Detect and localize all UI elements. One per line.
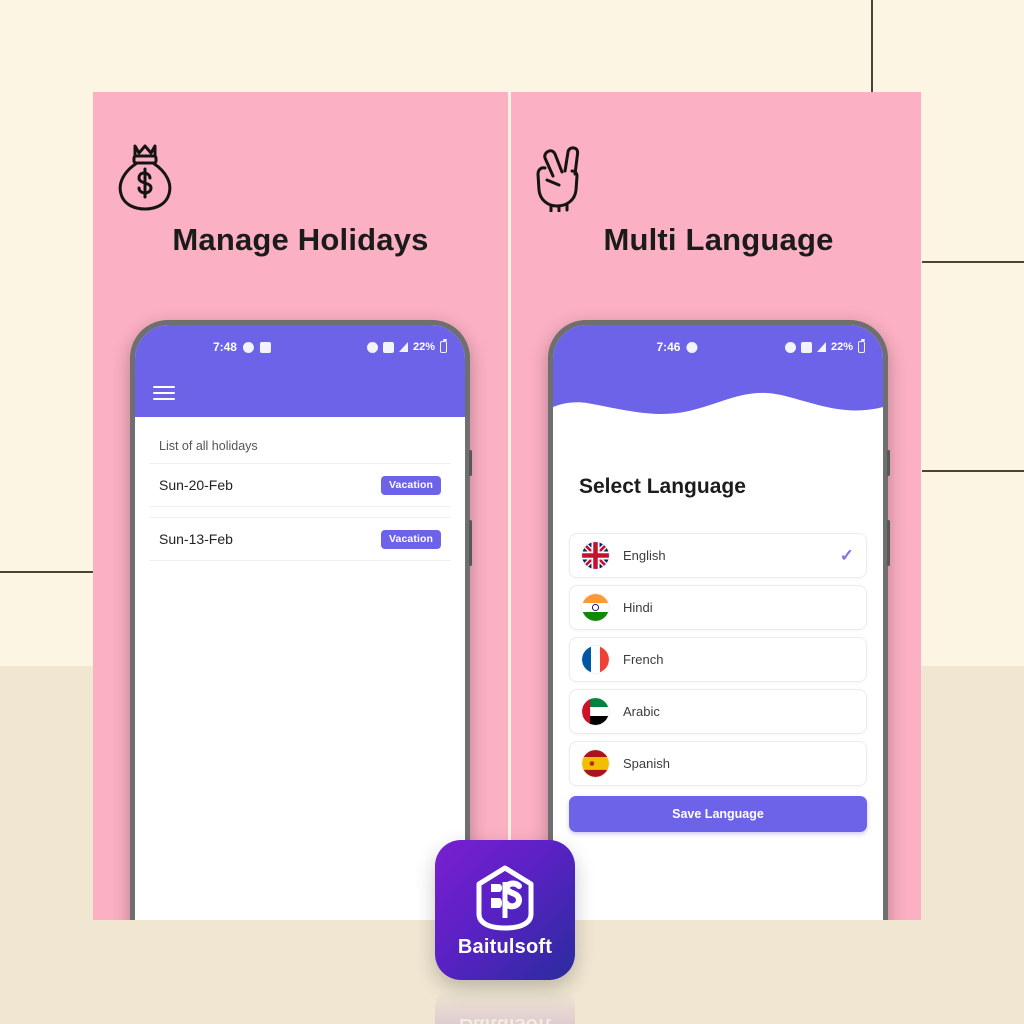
alarm-icon (784, 341, 796, 353)
language-name: Arabic (623, 704, 660, 719)
flag-india-icon (582, 594, 609, 621)
screenshot-icon (800, 341, 812, 353)
decorative-line-horizontal-mid-right (922, 470, 1024, 472)
bs-monogram-icon (469, 862, 541, 934)
table-row[interactable]: Sun-20-Feb Vacation (149, 463, 451, 507)
victory-hand-icon (531, 140, 595, 213)
status-bar-left-group: 7:46 (656, 340, 698, 354)
phone-side-button-upper[interactable] (469, 450, 472, 476)
flag-uk-icon (582, 542, 609, 569)
list-item-arabic[interactable]: Arabic (569, 689, 867, 734)
status-bar-time: 7:48 (212, 340, 237, 354)
feature-title-multi-language: Multi Language (603, 222, 834, 257)
list-item-spanish[interactable]: Spanish (569, 741, 867, 786)
panel-manage-holidays: Manage Holidays 7:48 22% List of all hol… (93, 92, 508, 920)
list-of-all-holidays-label: List of all holidays (159, 439, 258, 453)
decorative-line-horizontal-top-right (922, 261, 1024, 263)
language-list: English ✓ Hindi French Arabic Spanish (553, 533, 883, 786)
flag-france-icon (582, 646, 609, 673)
sync-icon (242, 341, 254, 353)
holiday-date: Sun-13-Feb (159, 531, 233, 547)
battery-percent-label: 22% (830, 341, 853, 353)
phone-mockup-multi-language: 7:46 22% Select Language English ✓ Hindi… (548, 320, 890, 920)
language-name: Hindi (623, 600, 653, 615)
flag-spain-icon (582, 750, 609, 777)
signal-icon (398, 342, 408, 352)
screenshot-icon (382, 341, 394, 353)
status-bar-right-phone: 7:46 22% (553, 325, 883, 369)
status-bar-time: 7:46 (656, 340, 681, 354)
status-badge: Vacation (381, 529, 441, 549)
status-badge: Vacation (381, 475, 441, 495)
phone-screen-manage-holidays: 7:48 22% List of all holidays Sun-20-Feb… (135, 325, 465, 920)
sync-icon (686, 341, 698, 353)
decorative-line-vertical-top-right (871, 0, 873, 96)
baitulsoft-logo-badge: Baitulsoft (435, 840, 575, 980)
logo-wordmark: Baitulsoft (457, 935, 553, 958)
panel-multi-language: Multi Language 7:46 22% Select Language … (511, 92, 921, 920)
battery-icon (858, 339, 865, 353)
page-title: Select Language (579, 475, 746, 498)
phone-side-button-lower[interactable] (887, 520, 890, 566)
language-name: English (623, 548, 666, 563)
money-bag-icon (113, 140, 177, 212)
logo-reflection-text: Baitulsoft (459, 1013, 551, 1024)
image-icon (259, 341, 271, 353)
flag-uae-icon (582, 698, 609, 725)
signal-icon (816, 342, 826, 352)
save-language-button[interactable]: Save Language (569, 796, 867, 832)
language-name: French (623, 652, 664, 667)
list-item-english[interactable]: English ✓ (569, 533, 867, 578)
logo-reflection: Baitulsoft (435, 982, 575, 1024)
pink-showcase-stage: Manage Holidays 7:48 22% List of all hol… (93, 92, 921, 920)
check-icon: ✓ (839, 545, 854, 565)
phone-mockup-manage-holidays: 7:48 22% List of all holidays Sun-20-Feb… (130, 320, 472, 920)
holiday-date: Sun-20-Feb (159, 477, 233, 493)
phone-side-button-lower[interactable] (469, 520, 472, 566)
phone-side-button-upper[interactable] (887, 450, 890, 476)
list-item-hindi[interactable]: Hindi (569, 585, 867, 630)
status-bar-right-group: 22% (366, 339, 447, 353)
language-name: Spanish (623, 756, 670, 771)
status-bar-right-group: 22% (784, 339, 865, 353)
battery-percent-label: 22% (412, 341, 435, 353)
app-bar (135, 369, 465, 417)
table-row[interactable]: Sun-13-Feb Vacation (149, 517, 451, 561)
hamburger-menu-icon[interactable] (153, 382, 175, 404)
feature-title-manage-holidays: Manage Holidays (172, 222, 429, 257)
alarm-icon (366, 341, 378, 353)
wavy-header: 7:46 22% (553, 325, 883, 435)
battery-icon (440, 339, 447, 353)
status-bar-left-group: 7:48 (213, 340, 271, 354)
decorative-line-horizontal-left (0, 571, 94, 573)
status-bar-left-phone: 7:48 22% (135, 325, 465, 369)
list-item-french[interactable]: French (569, 637, 867, 682)
phone-screen-multi-language: 7:46 22% Select Language English ✓ Hindi… (553, 325, 883, 920)
